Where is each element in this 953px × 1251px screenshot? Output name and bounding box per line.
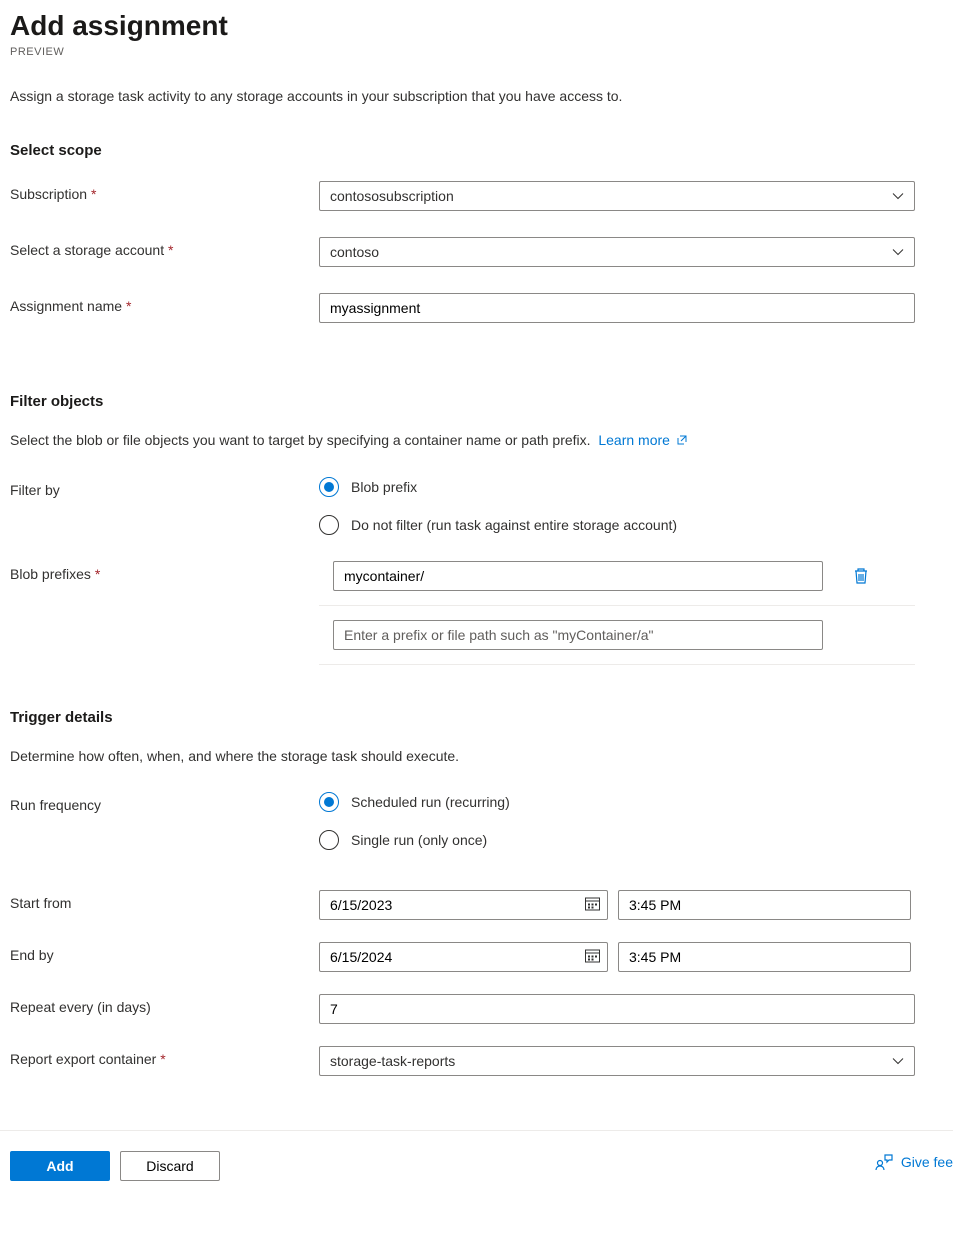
required-star: *: [95, 566, 100, 582]
filter-objects-heading: Filter objects: [10, 393, 943, 410]
radio-icon: [319, 515, 339, 535]
repeat-every-label: Repeat every (in days): [10, 994, 319, 1015]
storage-account-select[interactable]: contoso: [319, 237, 915, 267]
assignment-name-label: Assignment name *: [10, 293, 319, 314]
radio-icon: [319, 830, 339, 850]
report-container-value: storage-task-reports: [330, 1053, 455, 1069]
delete-prefix-button[interactable]: [853, 567, 869, 585]
trigger-details-description: Determine how often, when, and where the…: [10, 748, 943, 764]
radio-label: Do not filter (run task against entire s…: [351, 517, 677, 533]
filter-by-label: Filter by: [10, 477, 319, 498]
select-scope-heading: Select scope: [10, 142, 943, 159]
subscription-label: Subscription *: [10, 181, 319, 202]
add-button[interactable]: Add: [10, 1151, 110, 1181]
chevron-down-icon: [892, 249, 904, 256]
report-container-label: Report export container *: [10, 1046, 319, 1067]
radio-icon: [319, 792, 339, 812]
end-date-input[interactable]: [319, 942, 608, 972]
blob-prefix-input-new[interactable]: [333, 620, 823, 650]
chevron-down-icon: [892, 193, 904, 200]
required-star: *: [160, 1051, 165, 1067]
give-feedback-link[interactable]: Give fee: [875, 1153, 953, 1171]
filter-objects-description: Select the blob or file objects you want…: [10, 432, 943, 449]
run-frequency-label: Run frequency: [10, 792, 319, 813]
radio-label: Scheduled run (recurring): [351, 794, 510, 810]
radio-scheduled-run[interactable]: Scheduled run (recurring): [319, 792, 915, 812]
radio-blob-prefix[interactable]: Blob prefix: [319, 477, 915, 497]
blob-prefix-input[interactable]: [333, 561, 823, 591]
external-link-icon: [676, 433, 688, 449]
chevron-down-icon: [892, 1058, 904, 1065]
subscription-value: contososubscription: [330, 188, 454, 204]
radio-label: Single run (only once): [351, 832, 487, 848]
radio-single-run[interactable]: Single run (only once): [319, 830, 915, 850]
required-star: *: [168, 242, 173, 258]
end-time-input[interactable]: [618, 942, 911, 972]
preview-badge: PREVIEW: [10, 46, 943, 58]
end-by-label: End by: [10, 942, 319, 963]
storage-account-label: Select a storage account *: [10, 237, 319, 258]
required-star: *: [126, 298, 131, 314]
storage-account-value: contoso: [330, 244, 379, 260]
learn-more-link[interactable]: Learn more: [598, 432, 687, 448]
page-title: Add assignment: [10, 10, 943, 42]
page-description: Assign a storage task activity to any st…: [10, 88, 943, 104]
radio-label: Blob prefix: [351, 479, 417, 495]
radio-do-not-filter[interactable]: Do not filter (run task against entire s…: [319, 515, 915, 535]
assignment-name-input[interactable]: [319, 293, 915, 323]
blob-prefixes-label: Blob prefixes *: [10, 561, 319, 582]
trash-icon: [853, 567, 869, 585]
repeat-every-input[interactable]: [319, 994, 915, 1024]
start-from-label: Start from: [10, 890, 319, 911]
radio-icon: [319, 477, 339, 497]
feedback-label: Give fee: [901, 1154, 953, 1170]
person-feedback-icon: [875, 1153, 893, 1171]
required-star: *: [91, 186, 96, 202]
discard-button[interactable]: Discard: [120, 1151, 220, 1181]
subscription-select[interactable]: contososubscription: [319, 181, 915, 211]
trigger-details-heading: Trigger details: [10, 709, 943, 726]
start-date-input[interactable]: [319, 890, 608, 920]
report-container-select[interactable]: storage-task-reports: [319, 1046, 915, 1076]
start-time-input[interactable]: [618, 890, 911, 920]
